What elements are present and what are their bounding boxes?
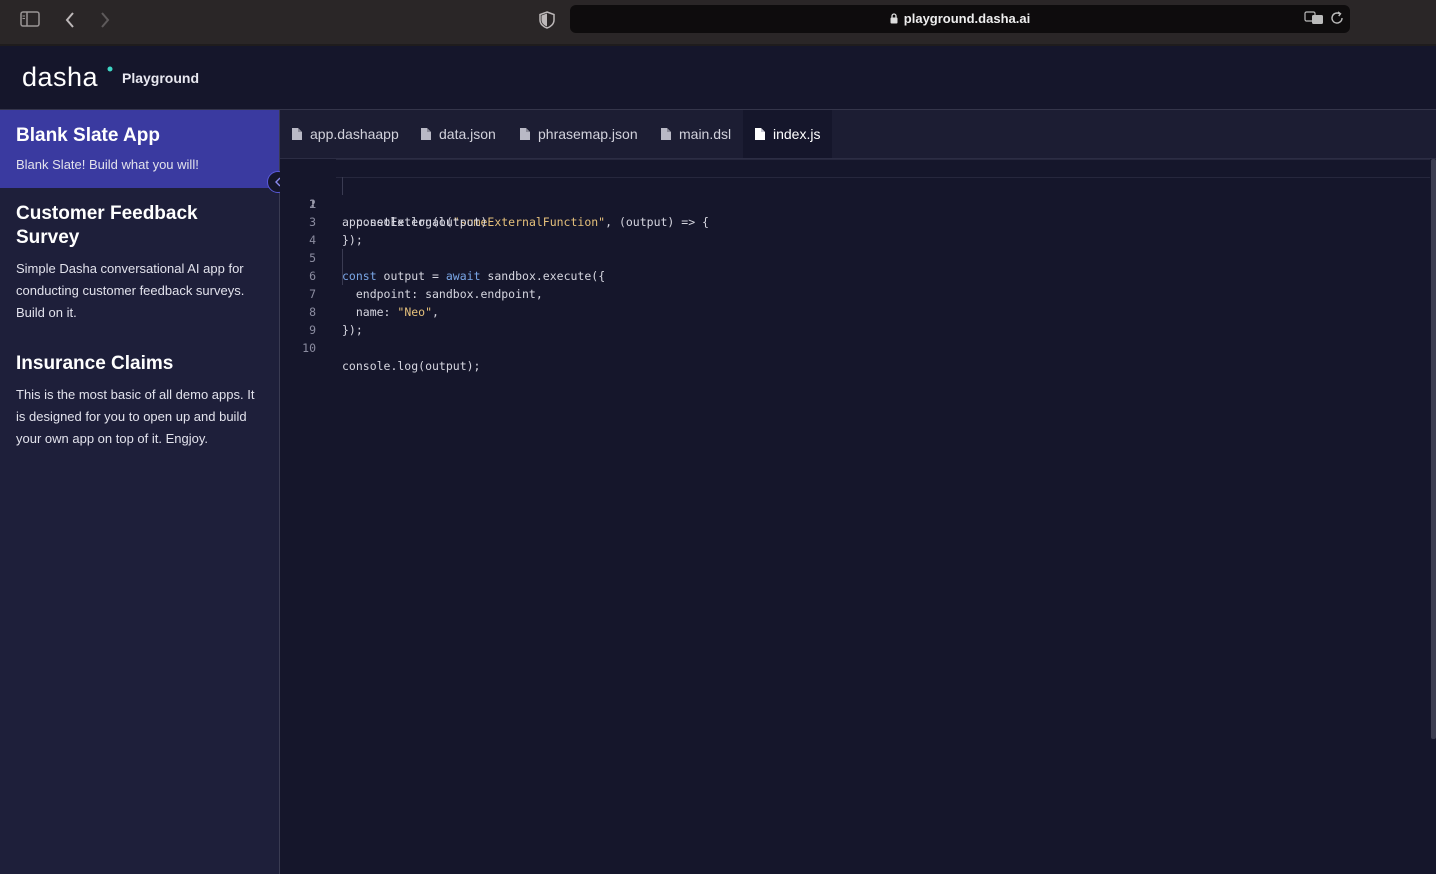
- app-card-title: Blank Slate App: [16, 125, 160, 146]
- code-line: 4: [280, 213, 316, 247]
- code-text: const output = await sandbox.execute({: [342, 269, 606, 283]
- dasha-logo[interactable]: dasha: [22, 62, 116, 95]
- editor-scrollbar[interactable]: [1431, 159, 1436, 739]
- code-line: 10 console.log(output);: [280, 321, 480, 373]
- reload-icon[interactable]: [1330, 11, 1344, 30]
- forward-icon[interactable]: [97, 10, 113, 30]
- code-text: endpoint: sandbox.endpoint,: [342, 287, 543, 301]
- code-text: });: [342, 323, 363, 337]
- code-line: 9: [280, 303, 316, 337]
- back-icon[interactable]: [62, 10, 78, 30]
- tab-phrasemap-json[interactable]: phrasemap.json: [520, 110, 638, 158]
- tab-label: index.js: [773, 126, 821, 142]
- file-icon: [520, 128, 530, 140]
- app-card-title: Customer Feedback Survey: [16, 203, 198, 248]
- app-header: dasha Playground: [0, 46, 1436, 110]
- app-title: Playground: [122, 70, 200, 86]
- svg-text:dasha: dasha: [22, 64, 99, 90]
- app-card-description: This is the most basic of all demo apps.…: [16, 387, 255, 446]
- privacy-shield-icon[interactable]: [538, 10, 556, 30]
- sidebar-toggle-icon[interactable]: [20, 10, 40, 28]
- tab-index-js[interactable]: index.js: [743, 110, 833, 158]
- tab-app-dashaapp[interactable]: app.dashaapp: [292, 110, 399, 158]
- indent-guide: [342, 249, 343, 285]
- url-text: playground.dasha.ai: [903, 11, 1031, 26]
- apps-sidebar: Blank Slate App Blank Slate! Build what …: [0, 110, 280, 874]
- file-icon: [755, 128, 765, 140]
- file-icon: [292, 128, 302, 140]
- translate-icon[interactable]: [1304, 11, 1324, 30]
- address-bar[interactable]: playground.dasha.ai: [570, 5, 1350, 33]
- app-card-blank-slate[interactable]: Blank Slate App Blank Slate! Build what …: [0, 110, 279, 188]
- tab-label: phrasemap.json: [538, 126, 638, 142]
- tab-label: app.dashaapp: [310, 126, 399, 142]
- indent-guide: [342, 177, 343, 195]
- code-line: 5 const output = await sandbox.execute({: [280, 231, 605, 283]
- code-text: console.log(output): [342, 215, 488, 229]
- code-text: });: [342, 233, 363, 247]
- code-text: name: "Neo",: [342, 305, 439, 319]
- line-number: 10: [302, 341, 316, 355]
- code-editor[interactable]: 1 app.setExternal("someExternalFunction"…: [280, 159, 1430, 874]
- app-card-customer-feedback[interactable]: Customer Feedback Survey Simple Dasha co…: [0, 188, 279, 340]
- code-line: 2 console.log(output): [280, 177, 487, 229]
- code-line: 7 name: "Neo",: [280, 267, 439, 319]
- code-text: console.log(output);: [342, 359, 481, 373]
- file-tabs: app.dashaapp data.json phrasemap.json ma…: [280, 110, 1436, 159]
- code-line: 1 app.setExternal("someExternalFunction"…: [280, 159, 1430, 229]
- code-line: 6 endpoint: sandbox.endpoint,: [280, 249, 543, 301]
- browser-toolbar: playground.dasha.ai: [0, 0, 1436, 44]
- current-line-highlight: [336, 159, 1430, 178]
- app-card-insurance-claims[interactable]: Insurance Claims This is the most basic …: [0, 340, 279, 466]
- lock-icon: [890, 12, 898, 27]
- code-line: 3 });: [280, 195, 363, 247]
- tab-label: data.json: [439, 126, 496, 142]
- tab-data-json[interactable]: data.json: [421, 110, 496, 158]
- tab-main-dsl[interactable]: main.dsl: [661, 110, 731, 158]
- app-card-description: Blank Slate! Build what you will!: [16, 157, 199, 172]
- app-card-title: Insurance Claims: [16, 353, 174, 374]
- file-icon: [661, 128, 671, 140]
- code-line: 8 });: [280, 285, 363, 337]
- app-card-description: Simple Dasha conversational AI app for c…: [16, 261, 245, 320]
- tab-label: main.dsl: [679, 126, 732, 142]
- file-icon: [421, 128, 431, 140]
